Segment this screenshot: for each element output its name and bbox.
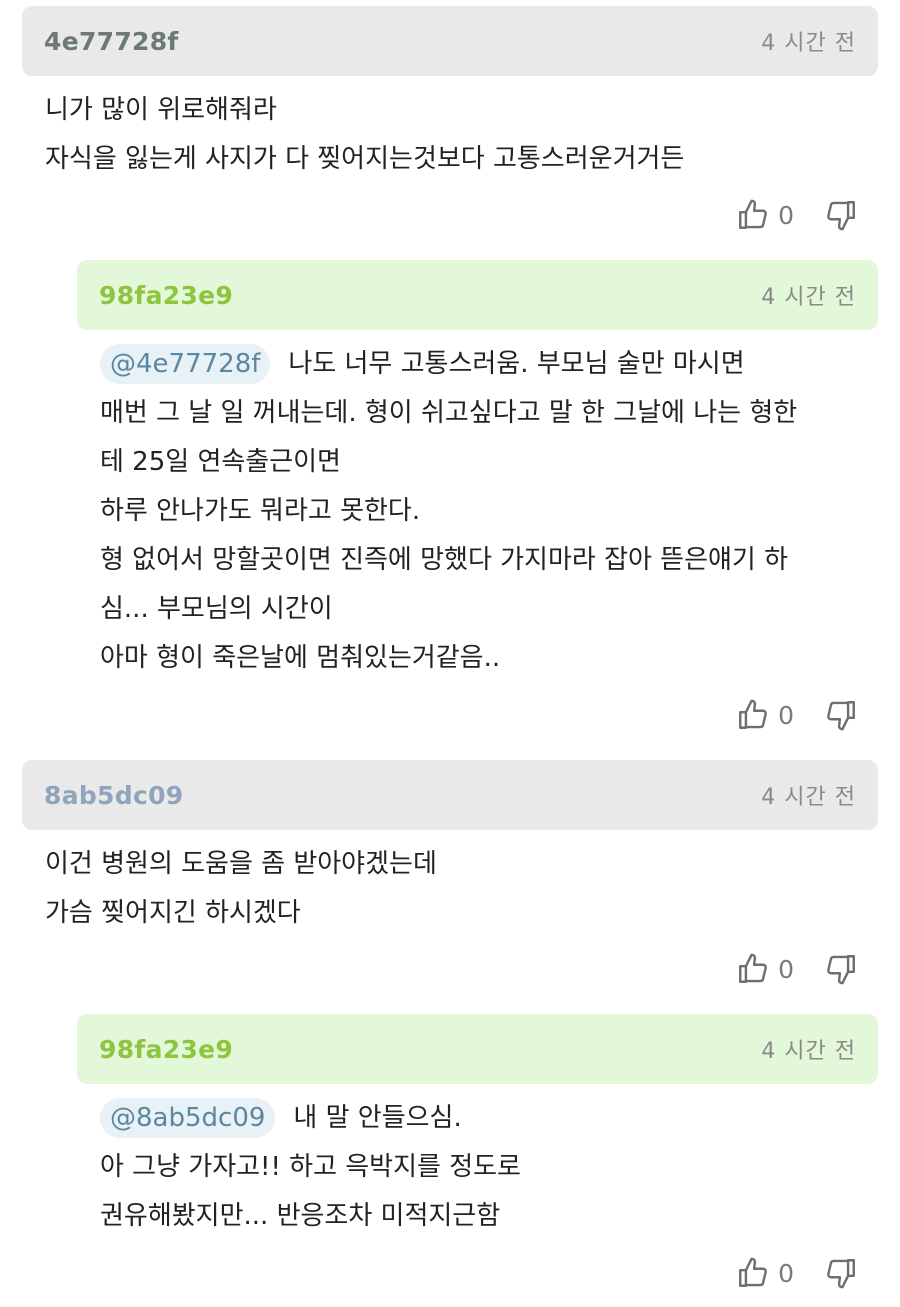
comment-actions: 0 — [736, 952, 858, 986]
reply-first-line: @4e77728f 나도 너무 고통스러움. 부모님 술만 마시면 — [100, 340, 797, 389]
thumbs-down-icon — [824, 952, 858, 986]
comment-header: 4e77728f 4 시간 전 — [22, 6, 878, 76]
like-count: 0 — [778, 200, 794, 230]
reply-line: 권유해봤지만... 반응조차 미적지근함 — [100, 1201, 501, 1231]
reply-author[interactable]: 98fa23e9 — [99, 1035, 233, 1064]
reply-time: 4 시간 전 — [761, 285, 856, 310]
like-button[interactable]: 0 — [736, 1256, 824, 1290]
comment-line: 니가 많이 위로해줘라 — [45, 95, 277, 125]
reply-first-line: @8ab5dc09 내 말 안들으심. — [100, 1094, 521, 1143]
comment-header: 8ab5dc09 4 시간 전 — [22, 760, 878, 830]
thumbs-up-icon — [736, 698, 770, 732]
like-count: 0 — [778, 700, 794, 730]
comment-line: 자식을 잃는게 사지가 다 찢어지는것보다 고통스러운거거든 — [45, 144, 685, 174]
comment-body: 니가 많이 위로해줘라 자식을 잃는게 사지가 다 찢어지는것보다 고통스러운거… — [45, 86, 684, 184]
mention-tag[interactable]: @8ab5dc09 — [100, 1098, 276, 1138]
reply-line: 하루 안나가도 뭐라고 못한다. — [100, 496, 421, 526]
like-button[interactable]: 0 — [736, 952, 824, 986]
dislike-button[interactable] — [824, 698, 858, 732]
comment-time: 4 시간 전 — [761, 785, 856, 810]
mention-tag[interactable]: @4e77728f — [100, 344, 271, 384]
like-count: 0 — [778, 1258, 794, 1288]
reply-header: 98fa23e9 4 시간 전 — [77, 260, 878, 330]
like-button[interactable]: 0 — [736, 698, 824, 732]
thumbs-up-icon — [736, 198, 770, 232]
dislike-button[interactable] — [824, 952, 858, 986]
reply-header: 98fa23e9 4 시간 전 — [77, 1014, 878, 1084]
thumbs-up-icon — [736, 1256, 770, 1290]
like-button[interactable]: 0 — [736, 198, 824, 232]
comment-line: 가슴 찢어지긴 하시겠다 — [45, 898, 301, 928]
reply-body: @4e77728f 나도 너무 고통스러움. 부모님 술만 마시면 매번 그 날 … — [100, 340, 797, 683]
reply-line: 심... 부모님의 시간이 — [100, 594, 333, 624]
thumbs-down-icon — [824, 198, 858, 232]
dislike-button[interactable] — [824, 1256, 858, 1290]
reply-time: 4 시간 전 — [761, 1039, 856, 1064]
reply-line: 나도 너무 고통스러움. 부모님 술만 마시면 — [288, 349, 745, 379]
comment-author[interactable]: 8ab5dc09 — [44, 781, 183, 810]
thumbs-up-icon — [736, 952, 770, 986]
comment-time: 4 시간 전 — [761, 31, 856, 56]
reply-author[interactable]: 98fa23e9 — [99, 281, 233, 310]
reply-actions: 0 — [736, 698, 858, 732]
thumbs-down-icon — [824, 698, 858, 732]
reply-line: 아 그냥 가자고!! 하고 윽박지를 정도로 — [100, 1152, 521, 1182]
reply-actions: 0 — [736, 1256, 858, 1290]
reply-body: @8ab5dc09 내 말 안들으심. 아 그냥 가자고!! 하고 윽박지를 정도… — [100, 1094, 521, 1241]
dislike-button[interactable] — [824, 198, 858, 232]
reply-line: 아마 형이 죽은날에 멈춰있는거같음.. — [100, 643, 501, 673]
reply-line: 매번 그 날 일 꺼내는데. 형이 쉬고싶다고 말 한 그날에 나는 형한 — [100, 398, 798, 428]
like-count: 0 — [778, 954, 794, 984]
comment-line: 이건 병원의 도움을 좀 받아야겠는데 — [45, 849, 437, 879]
comment-author[interactable]: 4e77728f — [44, 27, 179, 56]
comment-actions: 0 — [736, 198, 858, 232]
comment-body: 이건 병원의 도움을 좀 받아야겠는데 가슴 찢어지긴 하시겠다 — [45, 840, 437, 938]
reply-line: 형 없어서 망할곳이면 진즉에 망했다 가지마라 잡아 뜯은얘기 하 — [100, 545, 789, 575]
reply-line: 테 25일 연속출근이면 — [100, 447, 341, 477]
reply-line: 내 말 안들으심. — [293, 1103, 462, 1133]
thumbs-down-icon — [824, 1256, 858, 1290]
